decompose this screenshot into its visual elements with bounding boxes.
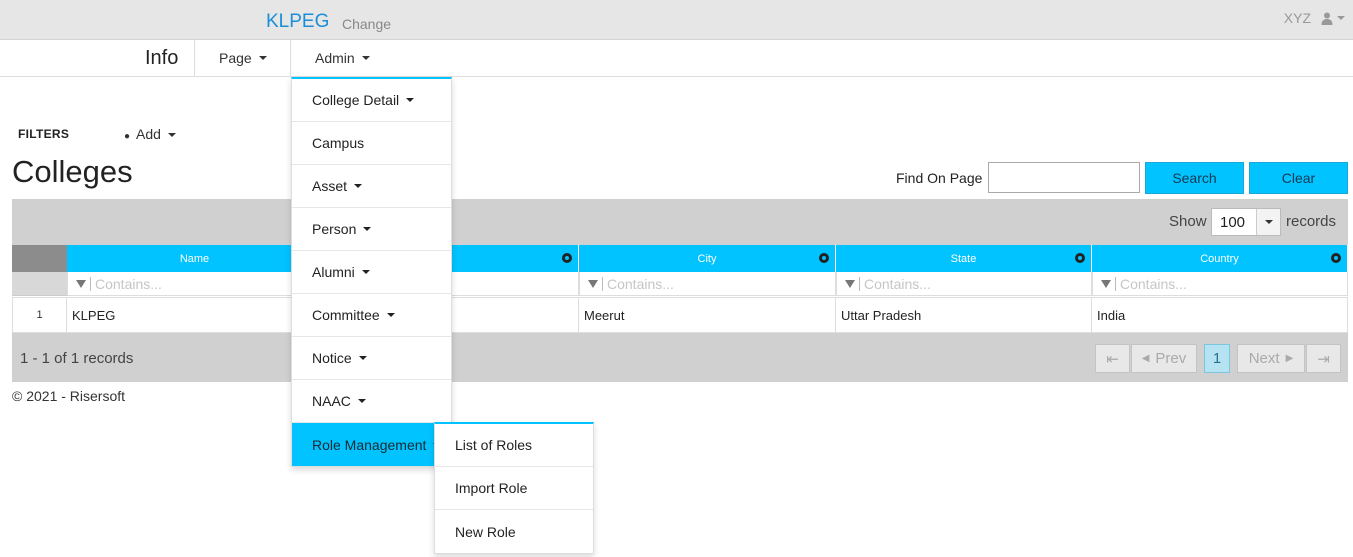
submenu-item-new-role[interactable]: New Role: [435, 510, 593, 553]
table-cell-state[interactable]: Uttar Pradesh: [836, 297, 1092, 333]
gear-icon[interactable]: [562, 253, 572, 263]
page-size-select[interactable]: 100: [1211, 208, 1281, 236]
column-header-label: City: [697, 252, 717, 265]
user-menu[interactable]: XYZ: [1284, 10, 1345, 26]
column-header-label: Name: [179, 252, 210, 265]
user-icon: [1321, 12, 1345, 25]
row-number-header: [12, 245, 67, 272]
next-page-button[interactable]: Next ▶: [1237, 344, 1305, 373]
change-link[interactable]: Change: [342, 16, 391, 32]
brand-link[interactable]: KLPEG: [266, 11, 329, 33]
search-button[interactable]: Search: [1145, 162, 1244, 194]
column-header-label: Country: [1200, 252, 1239, 265]
filter-cell-name[interactable]: Contains...: [67, 272, 323, 296]
chevron-down-icon: [1337, 16, 1345, 20]
filters-label: FILTERS: [18, 127, 70, 141]
menu-item-person[interactable]: Person: [292, 208, 451, 251]
filter-placeholder: Contains...: [1120, 275, 1187, 292]
find-on-page-label: Find On Page: [896, 170, 983, 186]
chevron-down-icon: [361, 56, 370, 60]
menu-item-college-detail[interactable]: College Detail: [292, 79, 451, 122]
chevron-down-icon: [363, 227, 372, 231]
nav-divider: [290, 40, 291, 76]
submenu-item-list-of-roles[interactable]: List of Roles: [435, 424, 593, 467]
page-size-value: 100: [1220, 213, 1246, 231]
caret-right-icon: ▶: [1285, 353, 1294, 364]
gear-icon[interactable]: [1331, 253, 1341, 263]
menu-item-role-management[interactable]: Role Management: [292, 423, 451, 466]
first-page-icon: ⇤: [1106, 350, 1119, 368]
filter-placeholder: Contains...: [864, 275, 931, 292]
menu-item-committee[interactable]: Committee: [292, 294, 451, 337]
username: XYZ: [1283, 10, 1311, 26]
find-on-page-input[interactable]: [988, 162, 1140, 193]
prev-page-button[interactable]: ◀ Prev: [1131, 344, 1197, 373]
menu-item-campus[interactable]: Campus: [292, 122, 451, 165]
table-cell-city[interactable]: Meerut: [579, 297, 836, 333]
filter-cell-country[interactable]: Contains...: [1092, 272, 1348, 296]
role-management-submenu: List of Roles Import Role New Role: [434, 422, 594, 554]
chevron-down-icon: [361, 270, 370, 274]
row-number: 1: [12, 297, 67, 333]
bullet-icon: ●: [124, 131, 131, 142]
page-title: Colleges: [12, 154, 133, 189]
nav-page-dropdown[interactable]: Page: [219, 40, 267, 76]
prev-label: Prev: [1155, 350, 1187, 367]
column-header-state[interactable]: State: [836, 245, 1092, 272]
menu-item-notice[interactable]: Notice: [292, 337, 451, 380]
chevron-down-icon: [358, 356, 367, 360]
menu-item-naac[interactable]: NAAC: [292, 380, 451, 423]
chevron-down-icon: [357, 399, 366, 403]
table-cell-name[interactable]: KLPEG: [67, 297, 323, 333]
menu-item-alumni[interactable]: Alumni: [292, 251, 451, 294]
filter-placeholder: Contains...: [95, 275, 162, 292]
filter-icon[interactable]: [1101, 279, 1111, 288]
last-page-icon: ⇥: [1317, 350, 1330, 368]
gear-icon[interactable]: [819, 253, 829, 263]
chevron-down-icon: [406, 98, 415, 102]
caret-left-icon: ◀: [1141, 353, 1150, 364]
chevron-down-icon: [167, 133, 176, 138]
next-label: Next: [1248, 350, 1280, 367]
column-header-city[interactable]: City: [579, 245, 836, 272]
record-count: 1 - 1 of 1 records: [20, 350, 134, 367]
clear-button[interactable]: Clear: [1249, 162, 1348, 194]
last-page-button[interactable]: ⇥: [1306, 344, 1341, 373]
grid-toolbar: [12, 199, 1348, 245]
top-bar: KLPEG Change XYZ: [0, 0, 1353, 40]
chevron-down-icon: [258, 56, 267, 60]
filter-icon[interactable]: [845, 279, 855, 288]
chevron-down-icon: [354, 184, 363, 188]
show-label: Show: [1169, 213, 1207, 230]
column-header-label: State: [950, 252, 977, 265]
filter-icon[interactable]: [588, 279, 598, 288]
menu-item-asset[interactable]: Asset: [292, 165, 451, 208]
nav-info-title: Info: [145, 47, 179, 69]
nav-admin-label: Admin: [315, 50, 355, 66]
nav-divider: [194, 40, 195, 76]
first-page-button[interactable]: ⇤: [1095, 344, 1130, 373]
filter-row-number-cell: [12, 272, 67, 296]
chevron-down-icon[interactable]: [1256, 209, 1280, 235]
current-page-button[interactable]: 1: [1204, 344, 1230, 373]
records-label: records: [1286, 213, 1337, 230]
nav-page-label: Page: [219, 50, 252, 66]
chevron-down-icon: [386, 313, 395, 317]
gear-icon[interactable]: [1075, 253, 1085, 263]
add-filter-label: Add: [136, 126, 161, 142]
filter-placeholder: Contains...: [607, 275, 674, 292]
table-cell-country[interactable]: India: [1092, 297, 1348, 333]
copyright: © 2021 - Risersoft: [12, 388, 126, 404]
add-filter-dropdown[interactable]: ● Add: [124, 126, 176, 142]
filter-icon[interactable]: [76, 279, 86, 288]
filter-cell-city[interactable]: Contains...: [579, 272, 836, 296]
column-header-name[interactable]: Name: [67, 245, 323, 272]
admin-dropdown-menu: College Detail Campus Asset Person Alumn…: [291, 77, 452, 467]
submenu-item-import-role[interactable]: Import Role: [435, 467, 593, 510]
filter-cell-state[interactable]: Contains...: [836, 272, 1092, 296]
column-header-country[interactable]: Country: [1092, 245, 1348, 272]
main-navbar: Info Page Admin: [0, 40, 1353, 77]
nav-admin-dropdown[interactable]: Admin: [315, 40, 370, 76]
